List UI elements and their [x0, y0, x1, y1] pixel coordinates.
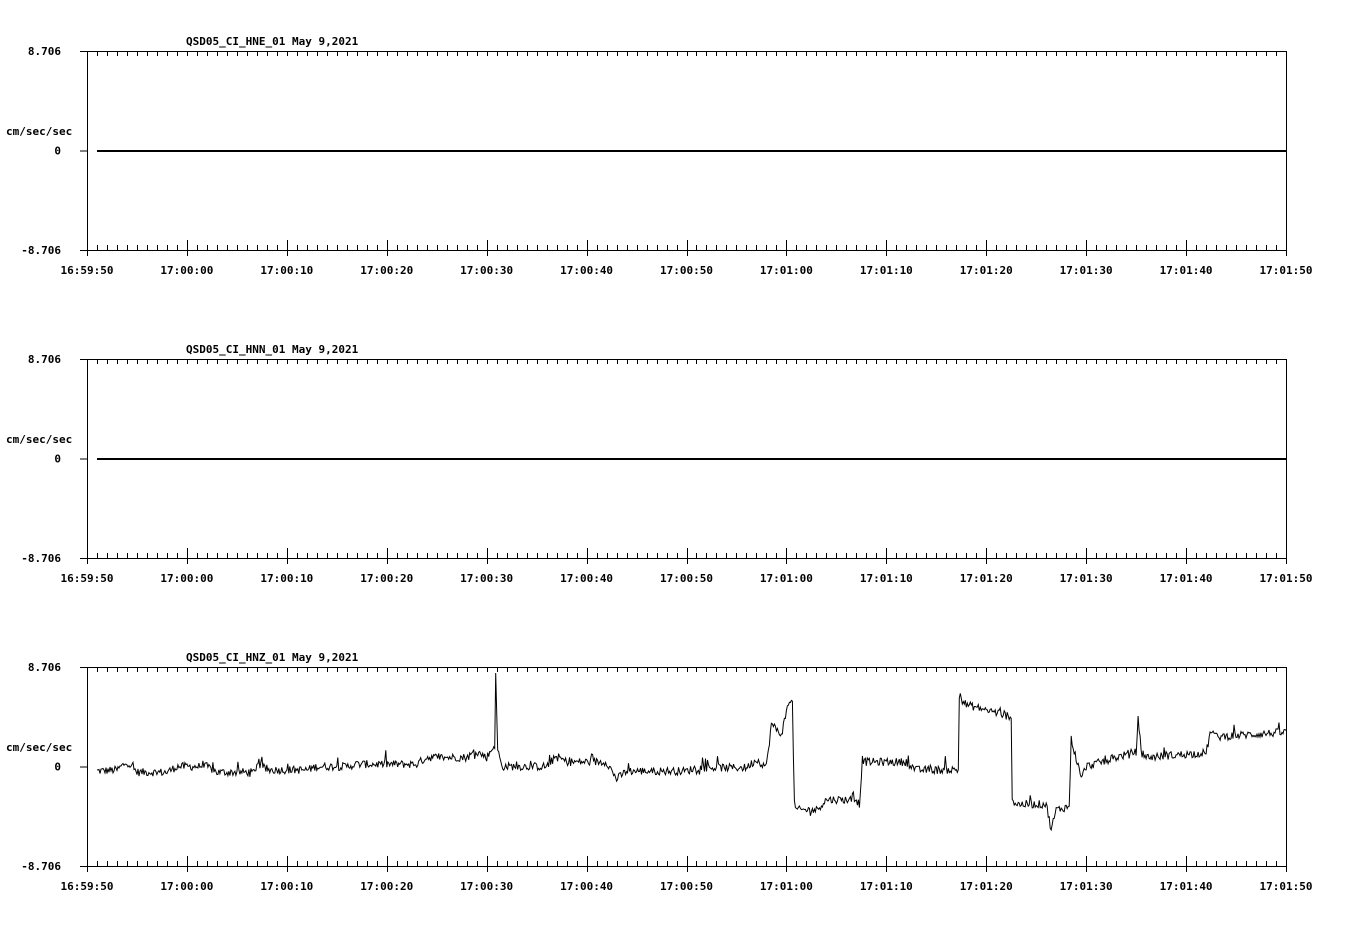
x-tick-label: 17:01:00 — [760, 264, 813, 277]
x-tick-label: 16:59:50 — [61, 264, 114, 277]
panel-title: QSD05_CI_HNZ_01 May 9,2021 — [186, 651, 359, 664]
y-axis-label: cm/sec/sec — [6, 741, 72, 754]
x-tick-label: 17:01:30 — [1060, 572, 1113, 585]
x-tick-label: 17:00:20 — [360, 264, 413, 277]
x-tick-label: 17:01:10 — [860, 264, 913, 277]
x-tick-label: 17:00:50 — [660, 572, 713, 585]
x-tick-label: 17:00:10 — [260, 264, 313, 277]
x-tick-label: 17:00:20 — [360, 880, 413, 893]
y-tick-label: 8.706 — [28, 353, 61, 366]
x-tick-label: 17:00:00 — [160, 572, 213, 585]
x-tick-label: 16:59:50 — [61, 572, 114, 585]
y-axis-label: cm/sec/sec — [6, 125, 72, 138]
y-tick-label: -8.706 — [21, 244, 61, 257]
y-tick-label: 8.706 — [28, 45, 61, 58]
x-tick-label: 17:00:00 — [160, 264, 213, 277]
x-tick-label: 17:01:50 — [1260, 572, 1313, 585]
x-tick-label: 17:01:00 — [760, 880, 813, 893]
x-tick-label: 17:00:10 — [260, 572, 313, 585]
waveform-trace — [96, 672, 1287, 832]
x-tick-label: 17:01:10 — [860, 572, 913, 585]
x-tick-label: 17:00:20 — [360, 572, 413, 585]
x-tick-label: 17:00:30 — [460, 264, 513, 277]
x-tick-label: 17:01:50 — [1260, 264, 1313, 277]
x-tick-label: 17:01:20 — [960, 264, 1013, 277]
x-tick-label: 17:01:50 — [1260, 880, 1313, 893]
y-tick-label: 8.706 — [28, 661, 61, 674]
y-tick-label: -8.706 — [21, 552, 61, 565]
panel-title: QSD05_CI_HNE_01 May 9,2021 — [186, 35, 359, 48]
y-tick-label: 0 — [54, 145, 61, 158]
x-tick-label: 17:01:10 — [860, 880, 913, 893]
x-tick-label: 17:01:40 — [1160, 572, 1213, 585]
x-tick-label: 17:00:30 — [460, 880, 513, 893]
x-tick-label: 17:01:20 — [960, 572, 1013, 585]
x-tick-label: 16:59:50 — [61, 880, 114, 893]
x-tick-label: 17:01:40 — [1160, 264, 1213, 277]
x-tick-label: 17:01:30 — [1060, 880, 1113, 893]
x-tick-label: 17:01:40 — [1160, 880, 1213, 893]
x-tick-label: 17:00:40 — [560, 572, 613, 585]
x-tick-label: 17:00:40 — [560, 264, 613, 277]
y-tick-label: 0 — [54, 453, 61, 466]
y-tick-label: 0 — [54, 761, 61, 774]
x-tick-label: 17:00:30 — [460, 572, 513, 585]
x-tick-label: 17:01:00 — [760, 572, 813, 585]
panel-1: QSD05_CI_HNE_01 May 9,2021 cm/sec/sec 8.70… — [6, 35, 1312, 277]
x-tick-label: 17:00:10 — [260, 880, 313, 893]
x-tick-label: 17:00:50 — [660, 264, 713, 277]
panel-3: QSD05_CI_HNZ_01 May 9,2021 cm/sec/sec 8.70… — [6, 651, 1312, 893]
x-tick-label: 17:00:00 — [160, 880, 213, 893]
y-tick-label: -8.706 — [21, 860, 61, 873]
panel-2: QSD05_CI_HNN_01 May 9,2021 cm/sec/sec 8.70… — [6, 343, 1312, 585]
seismogram-figure: QSD05_CI_HNE_01 May 9,2021 cm/sec/sec 8.70… — [6, 35, 1312, 893]
x-tick-label: 17:00:50 — [660, 880, 713, 893]
y-axis-label: cm/sec/sec — [6, 433, 72, 446]
x-tick-label: 17:01:20 — [960, 880, 1013, 893]
panel-title: QSD05_CI_HNN_01 May 9,2021 — [186, 343, 359, 356]
x-tick-label: 17:01:30 — [1060, 264, 1113, 277]
x-tick-label: 17:00:40 — [560, 880, 613, 893]
